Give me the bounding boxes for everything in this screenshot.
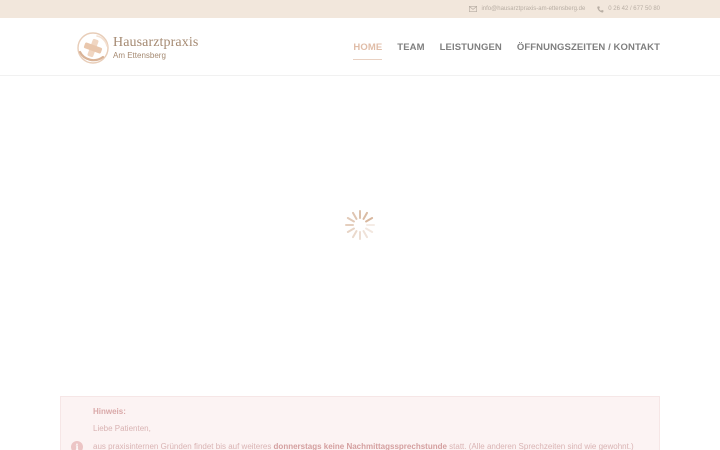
spinner-segment <box>365 227 374 233</box>
spinner-segment <box>352 230 358 239</box>
logo-subtitle: Am Ettensberg <box>113 51 166 60</box>
info-icon: i <box>71 441 83 450</box>
nav-item-team[interactable]: TEAM <box>397 36 424 59</box>
site-header: Hausarztpraxis Am Ettensberg HOME TEAM L… <box>0 18 720 76</box>
spinner-segment <box>362 230 368 239</box>
nav-item-oeffnungszeiten-kontakt[interactable]: ÖFFNUNGSZEITEN / KONTAKT <box>517 36 660 59</box>
notice-text: aus praxisinternen Gründen findet bis au… <box>93 442 634 450</box>
topbar-email[interactable]: info@hausarztpraxis-am-ettensberg.de <box>469 6 585 12</box>
site-logo[interactable]: Hausarztpraxis Am Ettensberg <box>75 29 215 67</box>
main-nav: HOME TEAM LEISTUNGEN ÖFFNUNGSZEITEN / KO… <box>353 18 660 76</box>
nav-item-leistungen[interactable]: LEISTUNGEN <box>440 36 502 59</box>
nav-item-home[interactable]: HOME <box>353 36 383 60</box>
notice-text-after: statt. (Alle anderen Sprechzeiten sind w… <box>446 442 634 450</box>
logo-title: Hausarztpraxis <box>113 35 199 50</box>
logo-cross-icon <box>75 30 111 66</box>
logo-text: Hausarztpraxis Am Ettensberg <box>113 36 198 60</box>
notice-greeting: Liebe Patienten, <box>93 424 151 433</box>
spinner-segment <box>346 217 355 223</box>
spinner-segment <box>346 227 355 233</box>
spinner-segment <box>362 211 368 220</box>
topbar-phone-text[interactable]: 0 26 42 / 677 50 80 <box>608 6 660 12</box>
top-bar: info@hausarztpraxis-am-ettensberg.de 0 2… <box>0 0 720 18</box>
notice-title: Hinweis: <box>93 407 126 416</box>
topbar-email-text[interactable]: info@hausarztpraxis-am-ettensberg.de <box>481 6 585 12</box>
spinner-segment <box>365 217 374 223</box>
phone-icon <box>597 5 604 13</box>
topbar-phone[interactable]: 0 26 42 / 677 50 80 <box>597 5 660 13</box>
notice-box: Hinweis: Liebe Patienten, aus praxisinte… <box>60 396 660 450</box>
loading-spinner-icon <box>344 209 376 241</box>
spinner-segment <box>352 211 358 220</box>
notice-text-before: aus praxisinternen Gründen findet bis au… <box>93 442 274 450</box>
notice-text-bold: donnerstags keine Nachmittagssprechstund… <box>273 442 447 450</box>
envelope-icon <box>469 6 478 12</box>
